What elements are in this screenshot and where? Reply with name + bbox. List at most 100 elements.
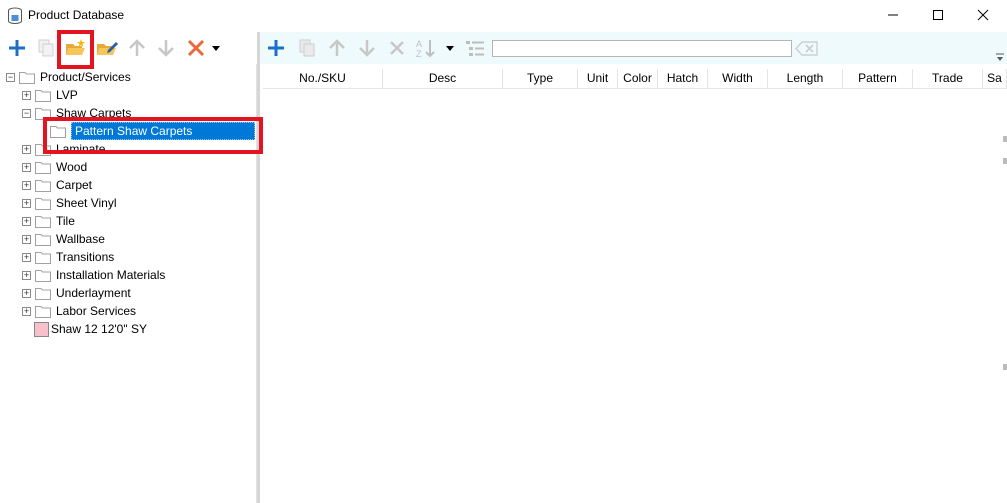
grid-header: No./SKU Desc Type Unit Color Hatch Width Length… — [263, 69, 1007, 89]
column-header[interactable]: Desc — [383, 69, 503, 89]
expand-icon[interactable]: + — [22, 216, 31, 226]
rename-folder-button[interactable] — [94, 35, 120, 61]
folder-icon — [35, 179, 51, 192]
add-button[interactable] — [4, 35, 30, 61]
minimize-button[interactable] — [870, 0, 916, 30]
grid-delete-button[interactable] — [384, 35, 410, 61]
list-icon — [466, 41, 484, 56]
close-button[interactable] — [960, 0, 1006, 30]
category-tree: − Product/Services + LVP − Shaw Carpets Patt… — [0, 64, 257, 503]
copy-button[interactable] — [33, 35, 59, 61]
tree-item[interactable]: + Transitions — [22, 248, 114, 266]
tree-item-label: Pattern Shaw Carpets — [71, 122, 255, 140]
column-header[interactable]: Unit — [578, 69, 618, 89]
expand-icon[interactable]: + — [22, 234, 31, 244]
tree-item[interactable]: Shaw 12 12'0" SY — [34, 320, 147, 338]
move-up-button[interactable] — [124, 35, 150, 61]
column-header[interactable]: Color — [618, 69, 658, 89]
tree-item[interactable]: + Wallbase — [22, 230, 105, 248]
expand-icon[interactable]: + — [22, 306, 31, 316]
tree-item[interactable]: − Shaw Carpets — [22, 104, 131, 122]
tree-item-label: Underlayment — [56, 286, 131, 300]
delete-x-icon — [390, 41, 404, 55]
tree-item[interactable]: + Wood — [22, 158, 87, 176]
tree-item[interactable]: + Labor Services — [22, 302, 136, 320]
expand-icon[interactable]: + — [22, 270, 31, 280]
tree-item-label: Shaw 12 12'0" SY — [51, 322, 147, 336]
tree-item[interactable]: + Tile — [22, 212, 75, 230]
grid-move-up-button[interactable] — [324, 35, 350, 61]
tree-item-label: Laminate — [56, 142, 106, 156]
expand-icon[interactable]: + — [22, 252, 31, 262]
tree-item-label: Transitions — [56, 250, 115, 264]
clear-search-icon — [795, 41, 818, 56]
tree-root-label: Product/Services — [40, 70, 131, 84]
column-header[interactable]: Sa — [983, 69, 1007, 89]
tree-item-label: Carpet — [56, 178, 93, 192]
arrow-down-icon — [158, 40, 174, 57]
more-dropdown-button[interactable] — [208, 35, 224, 61]
column-header[interactable]: Hatch — [658, 69, 708, 89]
maximize-button[interactable] — [915, 0, 961, 30]
expand-icon[interactable]: + — [22, 288, 31, 298]
delete-x-icon — [187, 39, 205, 57]
folder-icon — [35, 215, 51, 228]
search-input[interactable] — [492, 40, 792, 57]
arrow-up-icon — [329, 39, 345, 56]
folder-icon — [35, 305, 51, 318]
column-header[interactable]: Width — [708, 69, 768, 89]
tree-item[interactable]: + LVP — [22, 86, 78, 104]
tree-item-label: Wallbase — [56, 232, 105, 246]
scroll-indicator — [1003, 158, 1007, 164]
title-bar: Product Database — [0, 0, 1007, 32]
column-header[interactable]: Length — [768, 69, 843, 89]
folder-icon — [35, 233, 51, 246]
expand-icon[interactable]: + — [22, 144, 31, 154]
minimize-icon — [888, 14, 898, 16]
column-header[interactable]: Type — [503, 69, 578, 89]
copy-icon — [299, 39, 315, 57]
scroll-indicator — [1003, 136, 1007, 142]
expand-icon[interactable]: + — [22, 180, 31, 190]
tree-item-selected[interactable]: Pattern Shaw Carpets — [50, 122, 255, 140]
tree-root[interactable]: − Product/Services — [6, 68, 131, 86]
expand-icon[interactable]: + — [22, 198, 31, 208]
collapse-icon[interactable]: − — [22, 108, 31, 118]
move-down-button[interactable] — [153, 35, 179, 61]
toolbar-overflow-icon[interactable] — [995, 52, 1005, 62]
database-icon — [8, 7, 22, 24]
clear-search-button[interactable] — [795, 40, 819, 57]
edit-folder-icon — [97, 42, 118, 55]
sort-button[interactable]: A Z — [413, 35, 439, 61]
list-view-button[interactable] — [462, 35, 488, 61]
delete-button[interactable] — [183, 35, 209, 61]
tree-item[interactable]: + Laminate — [22, 140, 105, 158]
column-header[interactable]: Trade — [913, 69, 983, 89]
expand-icon[interactable]: + — [22, 162, 31, 172]
tree-toolbar — [0, 32, 257, 64]
plus-icon — [268, 40, 284, 56]
folder-icon — [19, 71, 35, 84]
tree-item[interactable]: + Carpet — [22, 176, 92, 194]
scroll-indicator — [1003, 364, 1007, 370]
maximize-icon — [933, 10, 943, 20]
tree-item[interactable]: + Underlayment — [22, 284, 131, 302]
plus-icon — [9, 40, 25, 56]
sort-az-icon: A Z — [416, 39, 435, 59]
grid-move-down-button[interactable] — [354, 35, 380, 61]
tree-item-label: Installation Materials — [56, 268, 166, 282]
sort-dropdown-button[interactable] — [442, 35, 458, 61]
tree-item[interactable]: + Installation Materials — [22, 266, 165, 284]
grid-add-button[interactable] — [263, 35, 289, 61]
column-header[interactable]: No./SKU — [263, 69, 383, 89]
tree-item[interactable]: + Sheet Vinyl — [22, 194, 117, 212]
column-header[interactable]: Pattern — [843, 69, 913, 89]
collapse-icon[interactable]: − — [6, 72, 15, 82]
new-folder-icon — [66, 39, 85, 55]
folder-icon — [35, 287, 51, 300]
expand-icon[interactable]: + — [22, 90, 31, 100]
close-icon — [977, 9, 989, 21]
color-swatch — [34, 321, 49, 337]
grid-copy-button[interactable] — [294, 35, 320, 61]
new-folder-button[interactable] — [63, 35, 89, 61]
